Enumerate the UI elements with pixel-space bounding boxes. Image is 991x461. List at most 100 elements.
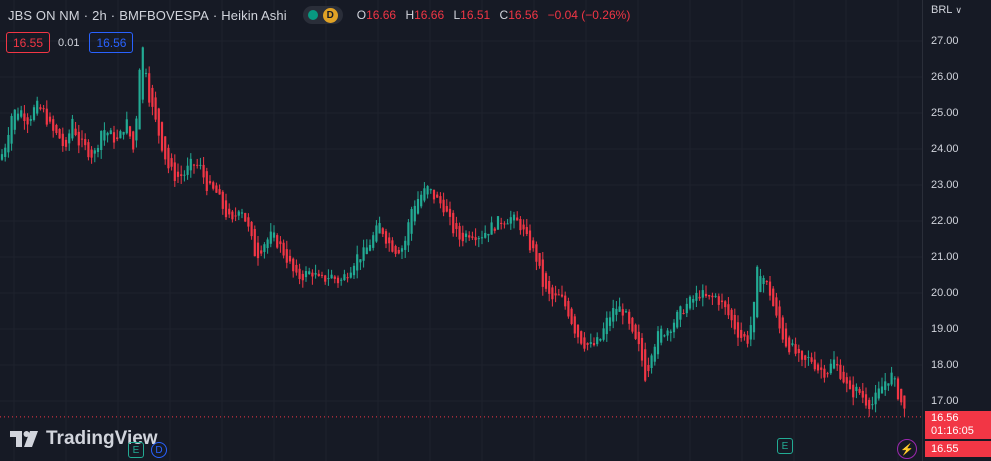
candle-body-down — [528, 230, 532, 251]
bid-price-label: 16.55 — [925, 441, 991, 457]
candle-body-up — [618, 306, 621, 312]
candle-body-up — [304, 271, 308, 278]
candle-body-up — [650, 355, 653, 369]
candle-body-down — [224, 200, 228, 218]
interval-label[interactable]: 2h — [92, 8, 107, 23]
sell-button[interactable]: 16.55 — [6, 32, 51, 53]
candle-body-down — [797, 348, 800, 354]
candle-body-down — [647, 364, 650, 372]
candle-body-down — [573, 316, 576, 334]
candle-body-down — [532, 240, 535, 249]
y-axis-tick: 22.00 — [931, 215, 959, 227]
earnings-marker[interactable]: E — [128, 442, 144, 458]
candle-body-up — [16, 113, 20, 120]
candle-body-down — [208, 181, 212, 184]
candle-body-up — [340, 279, 343, 281]
candle-body-up — [263, 244, 266, 252]
open-label: O — [356, 8, 367, 22]
candle-body-down — [717, 296, 720, 305]
candle-body-up — [138, 69, 141, 130]
candle-body-down — [708, 295, 711, 297]
close-label: C — [499, 8, 509, 22]
candle-body-down — [522, 224, 525, 230]
candle-body-down — [474, 237, 477, 241]
market-status[interactable]: D — [302, 6, 343, 24]
candle-body-down — [858, 388, 861, 393]
candle-body-down — [324, 275, 327, 282]
candle-body-up — [330, 274, 333, 279]
candle-body-up — [343, 274, 346, 281]
candle-body-down — [42, 108, 45, 110]
candle-body-down — [765, 281, 768, 283]
candle-body-up — [29, 119, 32, 121]
y-axis-tick: 17.00 — [931, 395, 959, 407]
candle-body-down — [471, 236, 474, 238]
candle-body-down — [772, 288, 775, 307]
symbol-name[interactable]: JBS ON NM — [8, 8, 80, 23]
candle-body-up — [36, 100, 39, 114]
delayed-data-badge: D — [322, 7, 338, 23]
candle-body-up — [496, 216, 500, 230]
candle-body-down — [292, 258, 295, 272]
candle-body-down — [852, 384, 855, 398]
earnings-marker[interactable]: E — [777, 438, 793, 454]
buy-button[interactable]: 16.56 — [89, 32, 134, 53]
candle-body-down — [439, 196, 442, 204]
candle-body-down — [282, 242, 285, 256]
candle-body-up — [10, 115, 13, 144]
close-value: 16.56 — [508, 8, 539, 22]
currency-selector[interactable]: BRL ∨ — [931, 4, 962, 16]
candle-body-up — [880, 386, 884, 394]
candle-body-up — [410, 209, 413, 234]
candle-body-down — [631, 317, 634, 332]
candle-body-up — [237, 211, 240, 216]
candle-body-down — [746, 335, 749, 344]
candle-body-down — [116, 137, 119, 140]
candle-body-down — [45, 108, 48, 125]
candle-body-down — [541, 259, 544, 287]
chart-header: JBS ON NM · 2h · BMFBOVESPA · Heikin Ash… — [8, 5, 636, 25]
candle-body-up — [762, 278, 765, 285]
candle-body-down — [567, 300, 570, 317]
candle-body-down — [26, 117, 29, 125]
candle-body-up — [141, 47, 144, 100]
separator: · — [110, 7, 116, 23]
candle-body-down — [320, 274, 324, 276]
candle-body-down — [391, 240, 394, 252]
candle-body-up — [368, 244, 372, 251]
candle-body-down — [87, 142, 90, 158]
candle-body-up — [695, 292, 698, 301]
change-value: −0.04 (−0.26%) — [547, 8, 631, 22]
candle-body-up — [240, 212, 244, 214]
candle-body-down — [621, 309, 624, 316]
candle-body-down — [61, 133, 64, 147]
candle-body-up — [68, 133, 71, 144]
candle-body-down — [455, 223, 458, 230]
y-axis-tick: 25.00 — [931, 107, 959, 119]
chart-style-label[interactable]: Heikin Ashi — [221, 8, 286, 23]
candle-body-up — [692, 298, 695, 303]
candle-body-up — [653, 346, 656, 362]
candle-body-up — [4, 147, 7, 157]
candle-body-up — [420, 194, 423, 207]
candle-body-down — [276, 235, 279, 248]
candle-body-up — [106, 132, 109, 136]
candle-body-down — [432, 189, 436, 200]
candle-body-up — [13, 109, 16, 130]
last-price-label: 16.56 01:16:05 — [925, 411, 991, 439]
candle-body-down — [842, 371, 845, 383]
lightning-icon[interactable]: ⚡ — [897, 439, 917, 459]
candle-body-up — [714, 295, 717, 297]
candle-body-up — [135, 118, 138, 141]
candle-body-down — [381, 228, 384, 235]
low-value: 16.51 — [460, 8, 491, 22]
candle-body-up — [663, 335, 666, 337]
price-chart[interactable] — [0, 0, 991, 461]
dividend-marker[interactable]: D — [151, 442, 167, 458]
candle-body-up — [660, 328, 663, 343]
candle-body-down — [519, 219, 522, 231]
candle-body-down — [564, 295, 567, 307]
candle-body-up — [407, 222, 410, 246]
candle-body-down — [260, 250, 263, 254]
candle-body-up — [509, 217, 512, 224]
